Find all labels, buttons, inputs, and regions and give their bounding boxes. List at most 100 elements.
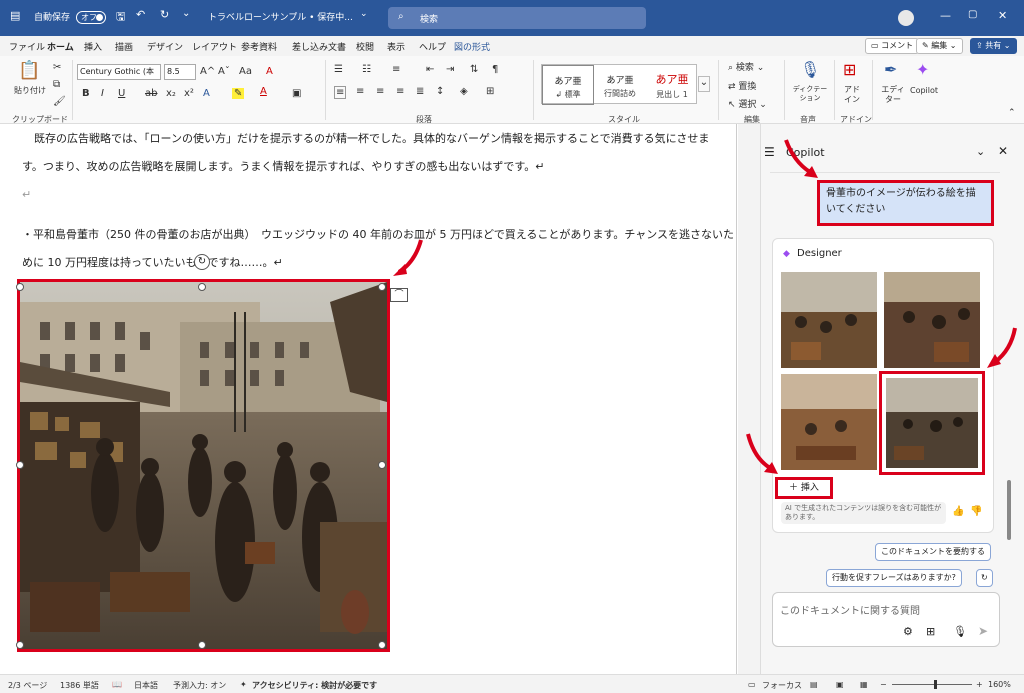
rotate-handle-icon[interactable]: ↻ (194, 254, 210, 270)
char-border-icon[interactable]: ▣ (292, 88, 301, 99)
generated-image-4[interactable] (886, 378, 978, 468)
tab-file[interactable]: ファイル (9, 40, 45, 53)
numbering-icon[interactable]: ☷ (362, 64, 371, 75)
autosave-toggle[interactable]: オフ (76, 11, 106, 24)
subscript-button[interactable]: x₂ (166, 88, 176, 99)
tab-picture-format[interactable]: 図の形式 (454, 40, 490, 53)
tab-design[interactable]: デザイン (147, 40, 183, 53)
save-icon[interactable]: 🖫 (116, 8, 125, 27)
close-icon[interactable]: ✕ (998, 9, 1007, 22)
generated-image-2[interactable] (884, 272, 980, 368)
find-button[interactable]: ⌕ 検索 ⌄ (728, 60, 764, 73)
tab-view[interactable]: 表示 (387, 40, 405, 53)
font-color-icon[interactable]: A (260, 86, 267, 97)
doc-scrollbar[interactable] (740, 124, 759, 674)
chevron-down-icon[interactable]: ⌄ (976, 145, 985, 158)
text-effects-icon[interactable]: A (203, 88, 210, 99)
suggestion-cta[interactable]: 行動を促すフレーズはありますか? (826, 569, 962, 587)
mic-icon[interactable]: 🎙 (953, 625, 967, 638)
layout-options-icon[interactable]: ⌒ (390, 288, 408, 302)
web-layout-icon[interactable]: ▦ (860, 680, 868, 689)
justify-icon[interactable]: ≡ (396, 86, 404, 97)
generated-image-1[interactable] (781, 272, 877, 368)
print-layout-icon[interactable]: ▣ (836, 680, 844, 689)
focus-icon[interactable]: ▭ (748, 680, 756, 689)
tab-review[interactable]: 校閲 (356, 40, 374, 53)
doc-paragraph-line[interactable]: 既存の広告戦略では、「ローンの使い方」だけを提示するのが精一杯でした。具体的なバ… (34, 130, 709, 146)
refresh-icon[interactable]: ↻ (976, 569, 993, 587)
superscript-button[interactable]: x² (184, 88, 194, 99)
ask-input[interactable]: このドキュメントに関する質問 ⚙ ⊞ 🎙 ➤ (772, 592, 1000, 647)
strike-button[interactable]: ab (145, 88, 157, 99)
style-no-spacing[interactable]: あア亜 行間詰め (594, 65, 646, 105)
outdent-icon[interactable]: ⇥ (446, 64, 454, 75)
avatar[interactable] (898, 10, 914, 26)
undo-icon[interactable]: ↶ (136, 8, 145, 21)
search-box[interactable]: ⌕ 検索 (388, 7, 646, 29)
status-predict[interactable]: 予測入力: オン (173, 680, 226, 691)
align-left-icon[interactable]: ≡ (334, 86, 347, 99)
status-accessibility[interactable]: アクセシビリティ: 検討が必要です (252, 680, 377, 691)
grow-font-button[interactable]: A^ (200, 66, 215, 77)
resize-handle[interactable] (16, 641, 24, 649)
cut-icon[interactable]: ✂ (53, 62, 61, 73)
prompt-guide-icon[interactable]: ⚙ (903, 625, 913, 638)
status-page[interactable]: 2/3 ページ (8, 680, 47, 691)
paste-label[interactable]: 貼り付け (14, 85, 46, 96)
read-mode-icon[interactable]: ▤ (810, 680, 818, 689)
zoom-slider-thumb[interactable] (934, 680, 937, 689)
resize-handle[interactable] (198, 283, 206, 291)
addin-label[interactable]: アドイン (842, 85, 862, 105)
style-normal[interactable]: あア亜 ↲ 標準 (542, 65, 594, 105)
tab-draw[interactable]: 描画 (115, 40, 133, 53)
ribbon-collapse-icon[interactable]: ⌃ (1008, 108, 1016, 118)
shrink-font-button[interactable]: Aˇ (218, 66, 230, 77)
resize-handle[interactable] (198, 641, 206, 649)
tab-references[interactable]: 参考資料 (241, 40, 277, 53)
proofing-icon[interactable]: 📖 (112, 680, 122, 689)
style-heading1[interactable]: あア亜 見出し 1 (646, 65, 698, 105)
dictate-label[interactable]: ディクテーション (790, 85, 830, 103)
zoom-out-icon[interactable]: − (880, 680, 887, 689)
share-button[interactable]: ⇪ 共有 ⌄ (970, 38, 1017, 54)
inserted-image[interactable] (17, 279, 390, 652)
doc-empty-line[interactable]: ↵ (22, 188, 31, 201)
borders-icon[interactable]: ⊞ (486, 86, 494, 97)
copilot-ribbon-label[interactable]: Copilot (910, 86, 938, 95)
status-words[interactable]: 1386 単語 (60, 680, 99, 691)
distribute-icon[interactable]: ≣ (416, 86, 424, 97)
thumbs-down-icon[interactable]: 👎 (970, 506, 982, 517)
microphone-icon[interactable]: 🎙 (800, 60, 820, 79)
replace-button[interactable]: ⇄ 置換 (728, 79, 756, 92)
paste-icon[interactable]: 📋 (18, 60, 40, 81)
tab-help[interactable]: ヘルプ (419, 40, 446, 53)
resize-handle[interactable] (16, 283, 24, 291)
tab-mailings[interactable]: 差し込み文書 (292, 40, 346, 53)
underline-button[interactable]: U (118, 88, 125, 99)
addin-icon[interactable]: ⊞ (843, 60, 856, 79)
line-spacing-icon[interactable]: ↕ (436, 86, 444, 97)
doc-paragraph-line[interactable]: す。つまり、攻めの広告戦略を展開します。うまく情報を提示すれば、やりすぎの感も出… (22, 158, 544, 174)
shading-icon[interactable]: ◈ (460, 86, 468, 97)
editor-icon[interactable]: ✒ (884, 60, 897, 79)
resize-handle[interactable] (16, 461, 24, 469)
insert-button[interactable]: ＋ 挿入 (775, 477, 833, 499)
status-zoom[interactable]: 160% (988, 680, 1011, 689)
doc-paragraph-line[interactable]: めに 10 万円程度は持っていたいものですね……。↵ (22, 254, 283, 270)
send-icon[interactable]: ➤ (978, 624, 988, 638)
align-center-icon[interactable]: ≡ (356, 86, 364, 97)
qat-more-icon[interactable]: ⌄ (182, 8, 190, 19)
copilot-icon[interactable]: ✦ (916, 60, 929, 79)
edit-mode-button[interactable]: ✎ 編集 ⌄ (916, 38, 963, 54)
minimize-icon[interactable]: — (940, 9, 951, 22)
resize-handle[interactable] (378, 283, 386, 291)
redo-icon[interactable]: ↻ (160, 8, 169, 21)
indent-icon[interactable]: ⇤ (426, 64, 434, 75)
pilcrow-icon[interactable]: ¶ (492, 64, 498, 75)
align-right-icon[interactable]: ≡ (376, 86, 384, 97)
accessibility-icon[interactable]: ✦ (240, 680, 247, 689)
resize-handle[interactable] (378, 461, 386, 469)
zoom-in-icon[interactable]: + (976, 680, 983, 689)
doc-paragraph-line[interactable]: ・平和島骨董市（250 件の骨董のお店が出典） ウエッジウッドの 40 年前のお… (22, 226, 734, 242)
suggestion-summarize[interactable]: このドキュメントを要約する (875, 543, 991, 561)
